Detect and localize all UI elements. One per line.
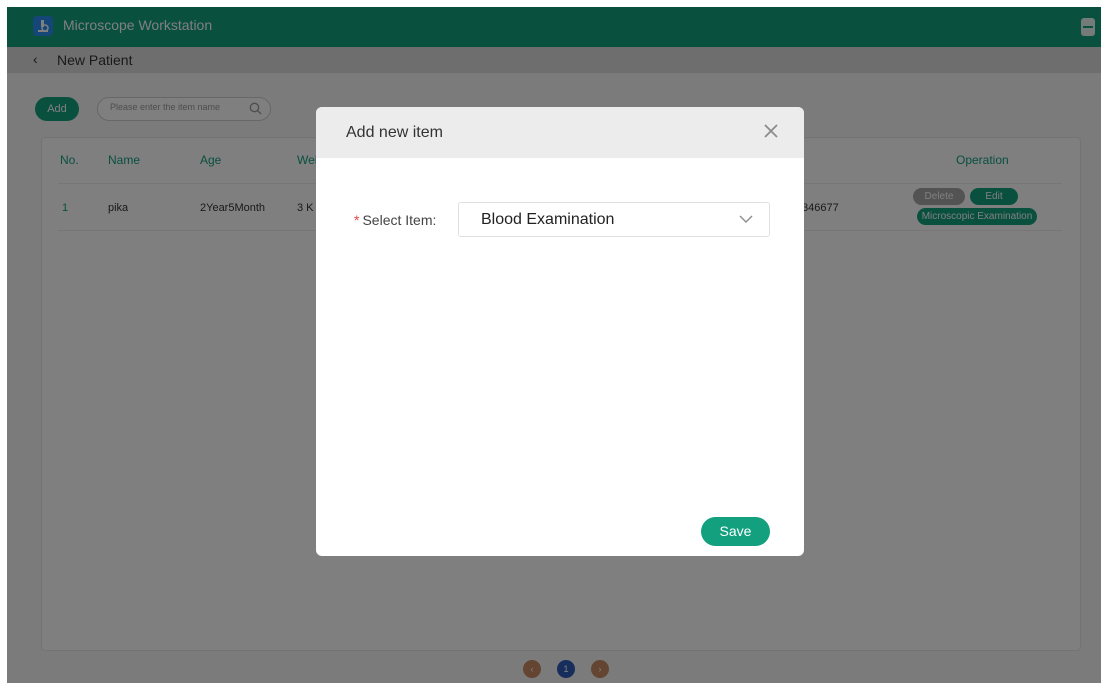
dialog-title: Add new item [346, 124, 443, 141]
select-item-label-text: Select Item: [362, 212, 437, 228]
chevron-down-icon [739, 215, 753, 223]
required-marker: * [354, 212, 360, 228]
select-item-dropdown[interactable]: Blood Examination [458, 202, 770, 237]
close-icon[interactable] [764, 124, 778, 138]
dialog-header: Add new item [316, 107, 804, 158]
select-item-label: * Select Item: [354, 212, 436, 228]
selected-item-value: Blood Examination [481, 211, 615, 228]
save-button[interactable]: Save [701, 517, 770, 546]
add-item-dialog: Add new item * Select Item: Blood Examina… [316, 107, 804, 556]
